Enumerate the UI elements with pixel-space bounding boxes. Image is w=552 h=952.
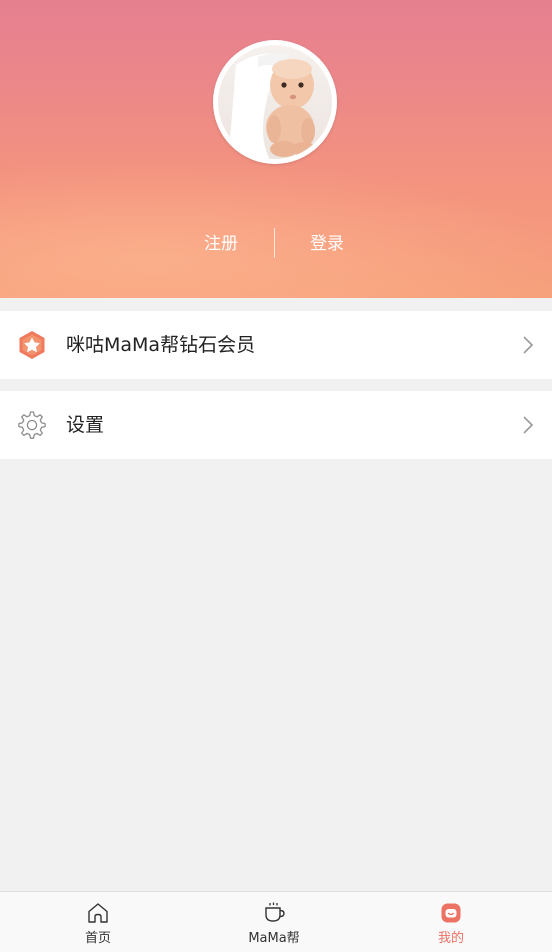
avatar[interactable] [213,40,337,164]
register-link[interactable]: 注册 [204,232,238,256]
tab-home[interactable]: 首页 [38,892,158,952]
tab-mine-label: 我的 [437,931,464,946]
auth-row: 注册 登录 [0,228,552,260]
avatar-image [218,45,332,159]
home-icon [86,901,110,925]
cup-icon [262,901,286,925]
profile-icon [439,901,463,925]
gear-icon [16,409,48,441]
tab-home-label: 首页 [84,931,111,946]
tab-mama-label: MaMa帮 [248,931,300,946]
vip-member-label: 咪咕MaMa帮钻石会员 [66,334,256,356]
bottom-tab-bar: 首页 MaMa帮 我的 [0,891,552,952]
profile-header: 注册 登录 [0,0,552,298]
profile-page: 注册 登录 咪咕MaMa帮钻石会员 设置 首页 MaMa帮 我的 [0,0,552,952]
baby-photo-icon [228,53,316,159]
chevron-right-icon [522,335,534,355]
diamond-member-icon [16,329,48,361]
vip-member-row[interactable]: 咪咕MaMa帮钻石会员 [0,311,552,379]
auth-divider [274,228,275,258]
settings-label: 设置 [66,414,105,436]
tab-mine[interactable]: 我的 [391,892,511,952]
login-link[interactable]: 登录 [310,232,344,256]
tab-mama[interactable]: MaMa帮 [214,892,334,952]
chevron-right-icon [522,415,534,435]
settings-row[interactable]: 设置 [0,391,552,459]
